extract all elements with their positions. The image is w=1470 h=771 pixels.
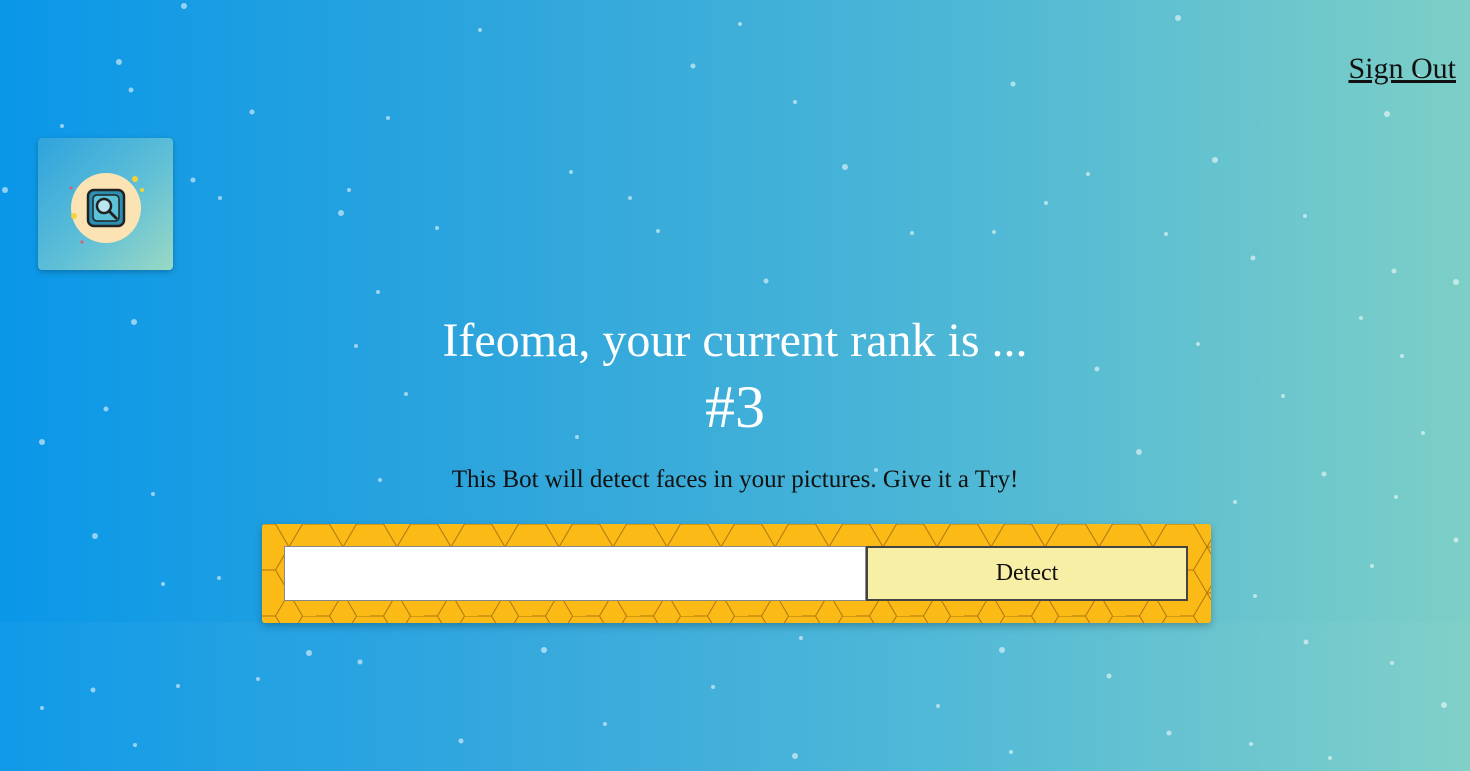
magnifier-face-icon (69, 173, 144, 244)
detect-button[interactable]: Detect (866, 546, 1188, 601)
image-url-input[interactable] (284, 546, 866, 601)
intro-text: This Bot will detect faces in your pictu… (451, 466, 1019, 493)
detect-form: Detect (262, 524, 1211, 623)
rank-value: #3 (705, 374, 765, 440)
rank-headline: Ifeoma, your current rank is ... (442, 314, 1028, 367)
lower-band (0, 622, 1470, 771)
sign-out-link[interactable]: Sign Out (1348, 52, 1456, 86)
logo-card[interactable] (38, 138, 173, 270)
